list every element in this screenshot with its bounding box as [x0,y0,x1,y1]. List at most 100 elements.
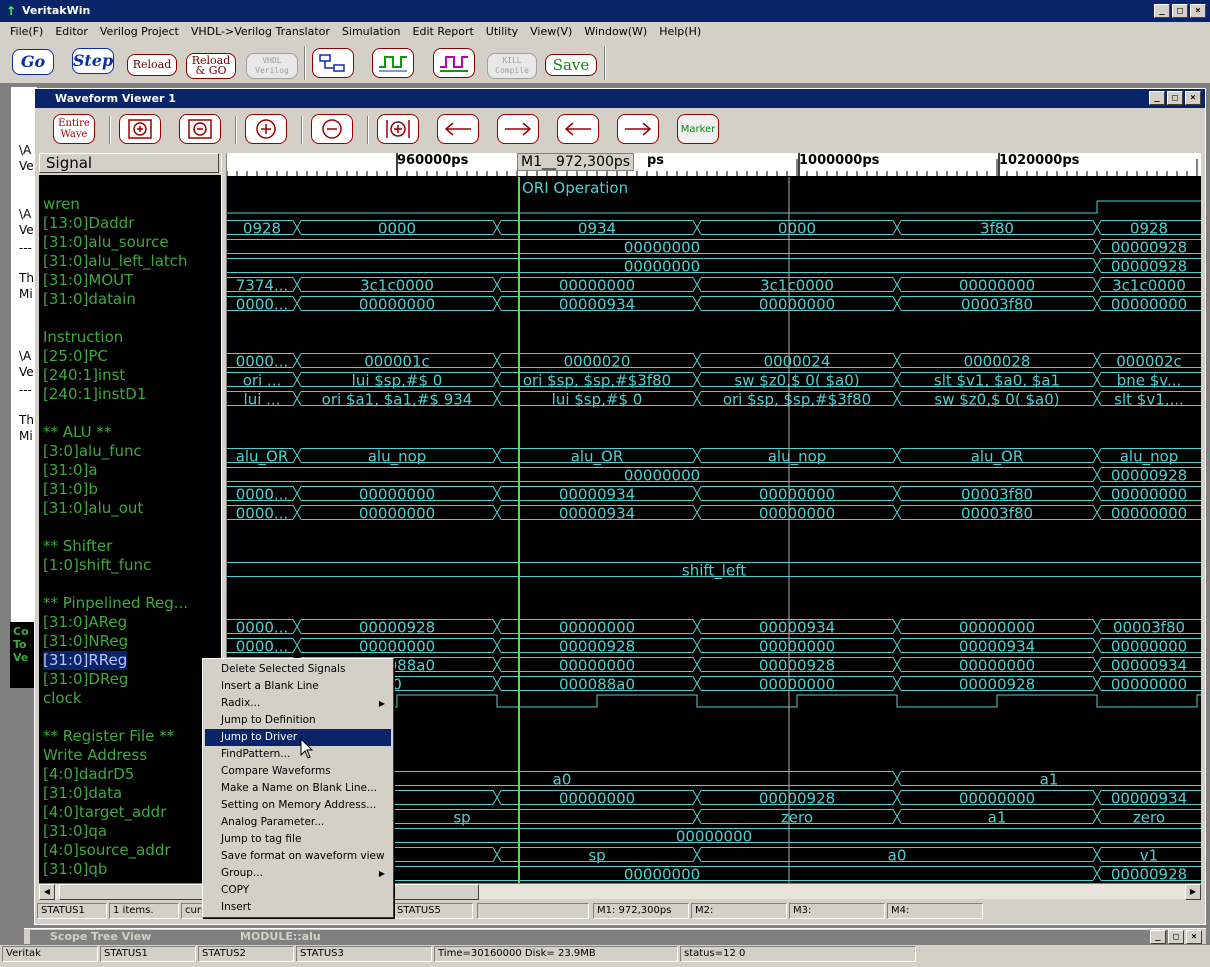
signal-name[interactable]: [31:0]RReg [43,651,128,670]
signal-column-header[interactable]: Signal [39,153,219,173]
signal-name[interactable]: [31:0]data [43,784,122,803]
signal-name[interactable]: [31:0]datain [43,290,136,309]
signal-name[interactable]: [31:0]qb [43,860,107,879]
signal-name[interactable]: [1:0]shift_func [43,556,151,575]
maximize-button[interactable]: □ [1172,4,1188,18]
next-marker-icon[interactable] [617,114,659,144]
context-menu-item[interactable]: Analog Parameter... [205,814,391,831]
signal-name[interactable]: [31:0]b [43,480,98,499]
close-button[interactable]: × [1190,4,1206,18]
signal-name[interactable]: ** Shifter [43,537,112,556]
zoom-out-icon[interactable] [311,114,353,144]
signal-name[interactable]: [31:0]qa [43,822,107,841]
close-button[interactable]: × [1186,930,1202,944]
kill-compile-button[interactable]: KILL Compile [487,53,537,79]
time-ruler[interactable]: 960000ps M1__972,300ps ps 1000000ps 1020… [227,153,1201,177]
waveform-magenta-icon[interactable] [433,48,475,78]
step-button[interactable]: Step [72,48,114,74]
context-menu-item[interactable]: Save format on waveform view [205,848,391,865]
context-menu-item[interactable]: Insert a Blank Line [205,678,391,695]
bus-transition [492,619,502,634]
signal-name[interactable]: [31:0]DReg [43,670,128,689]
signal-name[interactable]: clock [43,689,82,708]
context-menu-item[interactable]: Jump to Driver [205,729,391,746]
context-menu-item[interactable]: Radix... ▶ [205,695,391,712]
reload-button[interactable]: Reload [127,54,177,76]
menu-vhdl-translator[interactable]: VHDL->Verilog Translator [185,23,336,41]
signal-name[interactable]: ** Pinpelined Reg... [43,594,188,613]
signal-name[interactable]: [13:0]Daddr [43,214,134,233]
context-menu-item[interactable]: Delete Selected Signals [205,661,391,678]
prev-marker-icon[interactable] [557,114,599,144]
signal-name[interactable]: [240:1]inst [43,366,125,385]
menu-utility[interactable]: Utility [480,23,524,41]
ruler-label-1020000: 1020000ps [999,153,1080,168]
vhdl-verilog-button[interactable]: VHDL Verilog [246,53,298,79]
menu-help[interactable]: Help(H) [653,23,707,41]
signal-name[interactable]: [25:0]PC [43,347,108,366]
signal-name[interactable]: [4:0]source_addr [43,841,171,860]
menu-view[interactable]: View(V) [524,23,578,41]
signal-name[interactable]: Write Address [43,746,147,765]
context-menu-item[interactable]: Group... ▶ [205,865,391,882]
bus-value: 0000028 [964,353,1031,371]
context-menu-item[interactable]: Make a Name on Blank Line... [205,780,391,797]
signal-name[interactable]: [4:0]dadrD5 [43,765,134,784]
signal-name[interactable]: [31:0]alu_source [43,233,169,252]
waveform-window-title: Waveform Viewer 1 [55,92,176,105]
zoom-in-icon[interactable] [245,114,287,144]
bus-transition [692,448,702,463]
context-menu-item[interactable]: Compare Waveforms [205,763,391,780]
signal-name[interactable]: ** Register File ** [43,727,174,746]
signal-name[interactable]: [31:0]a [43,461,98,480]
signal-name[interactable]: [4:0]target_addr [43,803,166,822]
prev-edge-icon[interactable] [437,114,479,144]
context-menu-item[interactable]: Insert [205,899,391,916]
scroll-right-button[interactable]: ▶ [1185,884,1201,900]
minimize-button[interactable]: _ [1149,91,1165,105]
signal-name[interactable]: [31:0]AReg [43,613,127,632]
bus-transition [1092,809,1102,824]
minimize-button[interactable]: _ [1150,930,1166,944]
context-menu-item[interactable]: COPY [205,882,391,899]
context-menu-item[interactable]: Jump to tag file [205,831,391,848]
context-menu-item[interactable]: FindPattern... [205,746,391,763]
scroll-left-button[interactable]: ◀ [39,884,55,900]
close-button[interactable]: × [1185,91,1201,105]
signal-name[interactable]: [31:0]alu_out [43,499,143,518]
menu-file[interactable]: File(F) [4,23,49,41]
minimize-button[interactable]: _ [1154,4,1170,18]
menu-verilog-project[interactable]: Verilog Project [94,23,185,41]
zoom-cursor-icon[interactable] [377,114,419,144]
menu-edit-report[interactable]: Edit Report [407,23,480,41]
context-menu-item[interactable]: Setting on Memory Address... [205,797,391,814]
save-button[interactable]: Save [545,54,597,76]
signal-name[interactable]: Instruction [43,328,123,347]
signal-name[interactable]: ** ALU ** [43,423,111,442]
editor-line: Th [19,271,34,285]
entire-wave-button[interactable]: Entire Wave [53,114,95,144]
menu-simulation[interactable]: Simulation [336,23,407,41]
signal-name[interactable]: [31:0]NReg [43,632,128,651]
menu-editor[interactable]: Editor [49,23,94,41]
go-button[interactable]: Go [12,49,54,75]
hierarchy-icon[interactable] [312,48,354,78]
signal-name[interactable]: [31:0]alu_left_latch [43,252,188,271]
reload-go-button[interactable]: Reload & GO [186,53,236,79]
signal-name[interactable]: [3:0]alu_func [43,442,142,461]
maximize-button[interactable]: □ [1167,91,1183,105]
toolbar-separator [604,46,606,80]
signal-name[interactable]: [31:0]MOUT [43,271,133,290]
signal-name[interactable]: [240:1]instD1 [43,385,146,404]
menu-window[interactable]: Window(W) [578,23,653,41]
maximize-button[interactable]: □ [1168,930,1184,944]
zoom-in-box-icon[interactable] [119,114,161,144]
next-edge-icon[interactable] [497,114,539,144]
bus-transition [492,657,502,672]
marker-button[interactable]: Marker [677,114,719,144]
signal-name[interactable]: wren [43,195,80,214]
context-menu-item[interactable]: Jump to Definition [205,712,391,729]
scope-tree-titlebar[interactable]: Scope Tree View MODULE::alu [30,930,1180,944]
zoom-out-box-icon[interactable] [179,114,221,144]
waveform-green-icon[interactable] [372,48,414,78]
